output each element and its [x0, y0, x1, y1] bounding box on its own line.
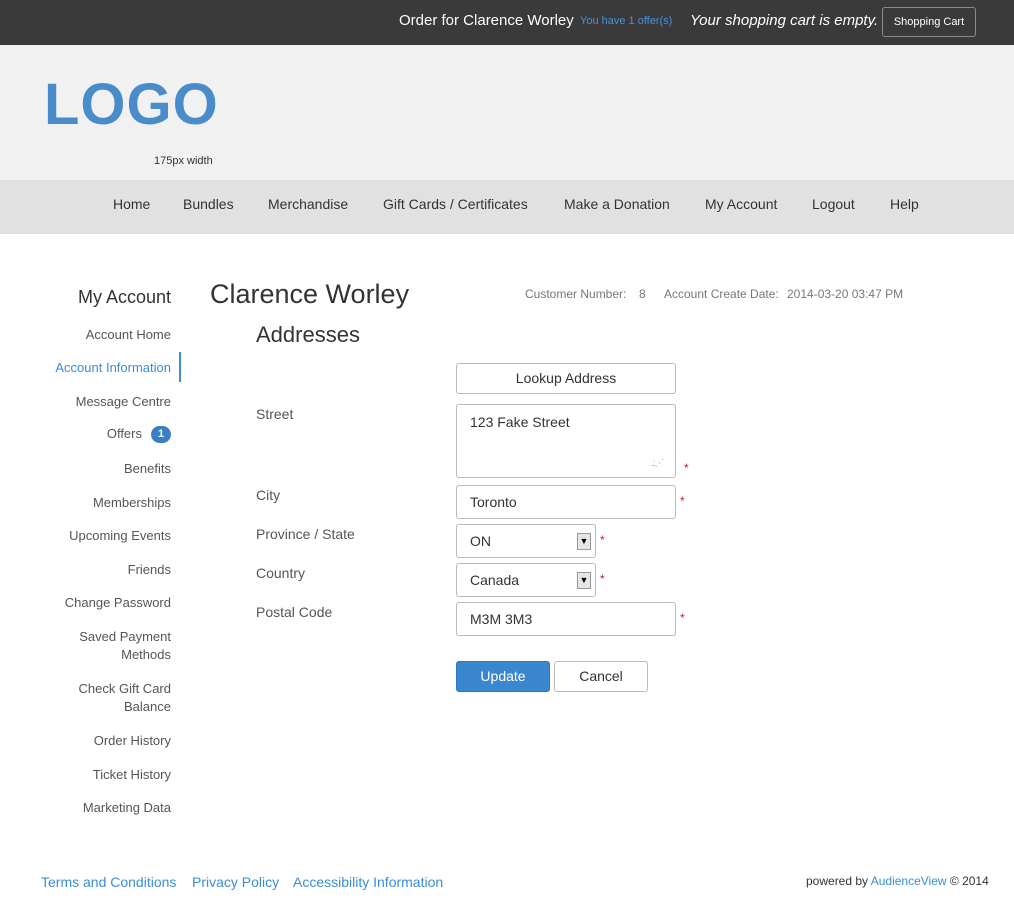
sidebar-item-saved-payment-methods[interactable]: Saved Payment Methods — [0, 628, 171, 664]
sidebar-item-label-line2: Balance — [124, 699, 171, 714]
privacy-link[interactable]: Privacy Policy — [192, 874, 279, 890]
cart-status: Your shopping cart is empty. — [690, 12, 879, 29]
postal-code-label: Postal Code — [256, 604, 333, 620]
resize-grip-icon[interactable]: .:⋰ — [651, 458, 665, 469]
sidebar-item-message-centre[interactable]: Message Centre — [0, 393, 171, 411]
sidebar-item-account-information[interactable]: Account Information — [0, 359, 171, 377]
shopping-cart-button[interactable]: Shopping Cart — [882, 7, 976, 37]
nav-merchandise[interactable]: Merchandise — [268, 196, 348, 212]
postal-code-input[interactable] — [456, 602, 676, 636]
terms-link[interactable]: Terms and Conditions — [41, 874, 176, 890]
logo-width-note: 175px width — [154, 155, 213, 167]
active-indicator — [179, 352, 181, 382]
sidebar-item-label-line2: Methods — [121, 647, 171, 662]
chevron-down-icon[interactable]: ▼ — [577, 572, 591, 589]
accessibility-link[interactable]: Accessibility Information — [293, 874, 443, 890]
powered-prefix: powered by — [806, 874, 869, 888]
nav-my-account[interactable]: My Account — [705, 196, 777, 212]
city-input[interactable] — [456, 485, 676, 519]
sidebar-item-friends[interactable]: Friends — [0, 561, 171, 579]
sidebar-title: My Account — [77, 287, 171, 307]
update-button[interactable]: Update — [456, 661, 550, 692]
sidebar-item-memberships[interactable]: Memberships — [0, 494, 171, 512]
street-label: Street — [256, 406, 294, 422]
main-nav: Home Bundles Merchandise Gift Cards / Ce… — [0, 180, 1014, 234]
required-marker: * — [680, 611, 685, 625]
country-select[interactable]: Canada ▼ — [456, 563, 596, 597]
required-marker: * — [684, 461, 689, 475]
customer-name: Clarence Worley — [210, 279, 410, 309]
chevron-down-icon[interactable]: ▼ — [577, 533, 591, 550]
required-marker: * — [680, 494, 685, 508]
sidebar-item-label: Offers — [106, 426, 142, 441]
nav-home[interactable]: Home — [113, 196, 150, 212]
nav-logout[interactable]: Logout — [812, 196, 855, 212]
section-title: Addresses — [256, 322, 360, 347]
required-marker: * — [600, 572, 605, 586]
cancel-button[interactable]: Cancel — [554, 661, 648, 692]
sidebar-item-account-home[interactable]: Account Home — [0, 326, 171, 344]
sidebar-item-marketing-data[interactable]: Marketing Data — [0, 799, 171, 817]
offers-link[interactable]: You have 1 offer(s) — [580, 15, 672, 27]
nav-bundles[interactable]: Bundles — [183, 196, 234, 212]
sidebar-item-order-history[interactable]: Order History — [0, 732, 171, 750]
audienceview-link[interactable]: AudienceView — [871, 874, 947, 888]
sidebar-item-offers[interactable]: Offers 1 — [0, 426, 171, 444]
order-for-customer: Order for Clarence Worley — [399, 12, 574, 29]
city-label: City — [256, 487, 281, 503]
create-date: 2014-03-20 03:47 PM — [787, 287, 904, 301]
customer-number: 8 — [639, 287, 646, 301]
create-date-label: Account Create Date: — [664, 287, 779, 301]
powered-by: powered by AudienceView © 2014 — [806, 874, 989, 888]
province-label: Province / State — [256, 526, 355, 542]
nav-gift-cards[interactable]: Gift Cards / Certificates — [383, 196, 528, 212]
top-bar: Order for Clarence Worley You have 1 off… — [0, 0, 1014, 45]
site-logo[interactable]: LOGO — [44, 71, 219, 138]
customer-number-label: Customer Number: — [525, 287, 627, 301]
nav-help[interactable]: Help — [890, 196, 919, 212]
nav-donation[interactable]: Make a Donation — [564, 196, 670, 212]
required-marker: * — [600, 533, 605, 547]
copyright: © 2014 — [949, 874, 989, 888]
sidebar-item-upcoming-events[interactable]: Upcoming Events — [0, 527, 171, 545]
province-selected-value: ON — [470, 533, 491, 549]
site-header: LOGO 175px width — [0, 45, 1014, 180]
sidebar-item-ticket-history[interactable]: Ticket History — [0, 766, 171, 784]
sidebar-item-label-line1: Saved Payment — [79, 629, 171, 644]
sidebar-item-benefits[interactable]: Benefits — [0, 460, 171, 478]
sidebar-item-check-gift-card-balance[interactable]: Check Gift Card Balance — [0, 680, 171, 716]
sidebar-item-label-line1: Check Gift Card — [78, 681, 171, 696]
province-select[interactable]: ON ▼ — [456, 524, 596, 558]
country-label: Country — [256, 565, 306, 581]
sidebar-item-change-password[interactable]: Change Password — [0, 594, 171, 612]
lookup-address-button[interactable]: Lookup Address — [456, 363, 676, 394]
offers-count-badge: 1 — [151, 426, 171, 444]
street-input[interactable]: 123 Fake Street — [456, 404, 676, 478]
country-selected-value: Canada — [470, 572, 520, 588]
